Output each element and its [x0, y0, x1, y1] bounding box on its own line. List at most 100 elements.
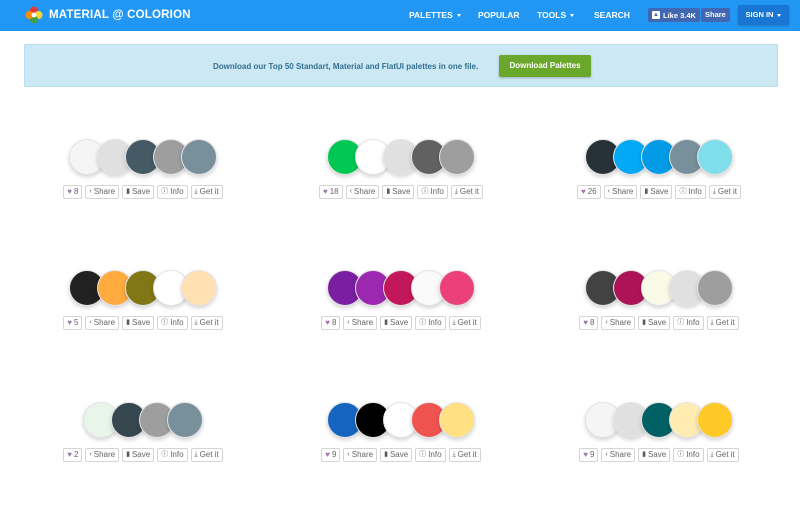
facebook-like-button[interactable]: ▲ Like 3.4K — [648, 8, 700, 22]
brand-link[interactable]: MATERIAL @ COLORION — [25, 5, 191, 25]
get-it-button-label: Get it — [457, 450, 477, 459]
save-button[interactable]: ▮ Save — [382, 185, 415, 199]
save-button-label: Save — [389, 318, 409, 327]
share-button[interactable]: ‹ Share — [85, 448, 120, 462]
like-button[interactable]: ♥ 9 — [321, 448, 341, 462]
info-button[interactable]: ⓘ Info — [415, 448, 446, 462]
caret-down-icon — [456, 14, 461, 18]
share-button-label: Share — [93, 450, 116, 459]
info-button[interactable]: ⓘ Info — [673, 448, 704, 462]
palette-card: ♥ 5 ‹ Share ▮ Save ⓘ Info ⤓ Get it — [43, 270, 243, 340]
palette-actions: ♥ 8 ‹ Share ▮ Save ⓘ Info ⤓ Get it — [559, 316, 759, 330]
color-swatch[interactable] — [167, 402, 203, 438]
get-it-button[interactable]: ⤓ Get it — [706, 316, 739, 330]
palette-swatches[interactable] — [43, 139, 243, 177]
share-button[interactable]: ‹ Share — [601, 316, 636, 330]
share-button[interactable]: ‹ Share — [345, 185, 380, 199]
palette-swatches[interactable] — [301, 402, 501, 440]
get-it-button[interactable]: ⤓ Get it — [708, 185, 742, 199]
palette-swatches[interactable] — [559, 402, 759, 440]
sign-in-button[interactable]: SIGN IN — [738, 5, 789, 25]
like-button[interactable]: ♥ 8 — [321, 316, 341, 330]
palette-card: ♥ 8 ‹ Share ▮ Save ⓘ Info ⤓ Get it — [301, 270, 501, 340]
get-it-button[interactable]: ⤓ Get it — [190, 448, 223, 462]
save-button[interactable]: ▮ Save — [122, 316, 155, 330]
share-button[interactable]: ‹ Share — [85, 316, 120, 330]
like-button[interactable]: ♥ 5 — [63, 316, 83, 330]
share-button[interactable]: ‹ Share — [343, 448, 378, 462]
heart-icon: ♥ — [67, 450, 72, 459]
get-it-button[interactable]: ⤓ Get it — [448, 448, 481, 462]
like-button[interactable]: ♥ 9 — [579, 448, 599, 462]
share-icon: ‹ — [89, 188, 92, 195]
save-button[interactable]: ▮ Save — [122, 448, 155, 462]
like-button-label: 9 — [331, 450, 337, 459]
save-button[interactable]: ▮ Save — [380, 316, 413, 330]
color-swatch[interactable] — [181, 139, 217, 175]
nav-tools[interactable]: TOOLS — [537, 0, 575, 31]
info-button[interactable]: ⓘ Info — [415, 316, 446, 330]
like-button[interactable]: ♥ 26 — [576, 185, 601, 199]
get-it-button[interactable]: ⤓ Get it — [190, 185, 223, 199]
color-swatch[interactable] — [439, 402, 475, 438]
colorion-logo-icon — [25, 6, 43, 24]
palette-swatches[interactable] — [559, 270, 759, 308]
color-swatch[interactable] — [697, 402, 733, 438]
color-swatch[interactable] — [697, 139, 733, 175]
download-palettes-button[interactable]: Download Palettes — [499, 55, 591, 77]
get-it-button[interactable]: ⤓ Get it — [706, 448, 739, 462]
info-button-label: Info — [428, 450, 442, 459]
nav-palettes[interactable]: PALETTES — [409, 0, 461, 31]
info-button[interactable]: ⓘ Info — [675, 185, 706, 199]
thumbs-up-icon: ▲ — [652, 11, 660, 19]
color-swatch[interactable] — [181, 270, 217, 306]
palette-swatches[interactable] — [301, 139, 501, 177]
palette-swatches[interactable] — [559, 139, 759, 177]
get-it-button[interactable]: ⤓ Get it — [450, 185, 484, 199]
info-button[interactable]: ⓘ Info — [673, 316, 704, 330]
palette-swatches[interactable] — [43, 402, 243, 440]
get-it-button-label: Get it — [199, 450, 219, 459]
like-button[interactable]: ♥ 8 — [63, 185, 83, 199]
download-icon: ⤓ — [194, 451, 198, 458]
color-swatch[interactable] — [697, 270, 733, 306]
save-button[interactable]: ▮ Save — [638, 448, 671, 462]
palette-actions: ♥ 8 ‹ Share ▮ Save ⓘ Info ⤓ Get it — [43, 185, 243, 199]
bookmark-icon: ▮ — [644, 188, 649, 195]
info-icon: ⓘ — [419, 451, 427, 458]
save-button[interactable]: ▮ Save — [380, 448, 413, 462]
palette-swatches[interactable] — [43, 270, 243, 308]
like-button-label: 26 — [587, 187, 597, 196]
save-button[interactable]: ▮ Save — [638, 316, 671, 330]
info-button[interactable]: ⓘ Info — [157, 185, 188, 199]
nav-search[interactable]: SEARCH — [594, 0, 630, 31]
info-icon: ⓘ — [677, 319, 685, 326]
facebook-share-button[interactable]: Share — [701, 8, 730, 22]
info-button[interactable]: ⓘ Info — [157, 316, 188, 330]
save-button[interactable]: ▮ Save — [640, 185, 673, 199]
share-icon: ‹ — [347, 319, 350, 326]
like-button[interactable]: ♥ 8 — [579, 316, 599, 330]
save-button[interactable]: ▮ Save — [122, 185, 155, 199]
like-button[interactable]: ♥ 18 — [318, 185, 343, 199]
share-button[interactable]: ‹ Share — [601, 448, 636, 462]
get-it-button[interactable]: ⤓ Get it — [448, 316, 481, 330]
heart-icon: ♥ — [583, 450, 588, 459]
like-button-label: 2 — [73, 450, 79, 459]
share-button[interactable]: ‹ Share — [85, 185, 120, 199]
info-button[interactable]: ⓘ Info — [157, 448, 188, 462]
color-swatch[interactable] — [439, 139, 475, 175]
info-button-label: Info — [688, 187, 702, 196]
get-it-button[interactable]: ⤓ Get it — [190, 316, 223, 330]
share-button[interactable]: ‹ Share — [343, 316, 378, 330]
download-icon: ⤓ — [194, 188, 198, 195]
download-icon: ⤓ — [452, 319, 456, 326]
like-button[interactable]: ♥ 2 — [63, 448, 83, 462]
nav-popular[interactable]: POPULAR — [478, 0, 520, 31]
color-swatch[interactable] — [439, 270, 475, 306]
heart-icon: ♥ — [325, 450, 330, 459]
save-button-label: Save — [392, 187, 411, 196]
info-button[interactable]: ⓘ Info — [417, 185, 448, 199]
share-button[interactable]: ‹ Share — [603, 185, 638, 199]
palette-swatches[interactable] — [301, 270, 501, 308]
